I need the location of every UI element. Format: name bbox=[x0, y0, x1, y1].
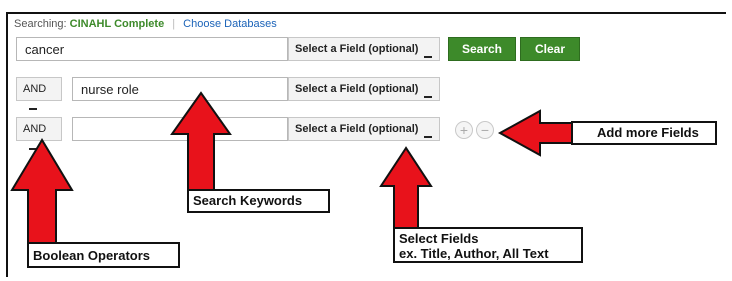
search-keywords-arrow bbox=[170, 91, 232, 191]
boolean-operators-label: Boolean Operators bbox=[27, 242, 180, 268]
select-fields-title: Select Fields bbox=[399, 231, 479, 246]
boolean-operators-arrow bbox=[10, 138, 74, 244]
select-fields-arrow bbox=[379, 146, 433, 233]
select-fields-examples: ex. Title, Author, All Text bbox=[399, 246, 549, 261]
search-keywords-label: Search Keywords bbox=[187, 189, 330, 213]
add-more-fields-label: Add more Fields bbox=[571, 121, 717, 145]
add-fields-arrow bbox=[497, 109, 576, 157]
select-fields-label: Select Fields ex. Title, Author, All Tex… bbox=[393, 227, 583, 263]
